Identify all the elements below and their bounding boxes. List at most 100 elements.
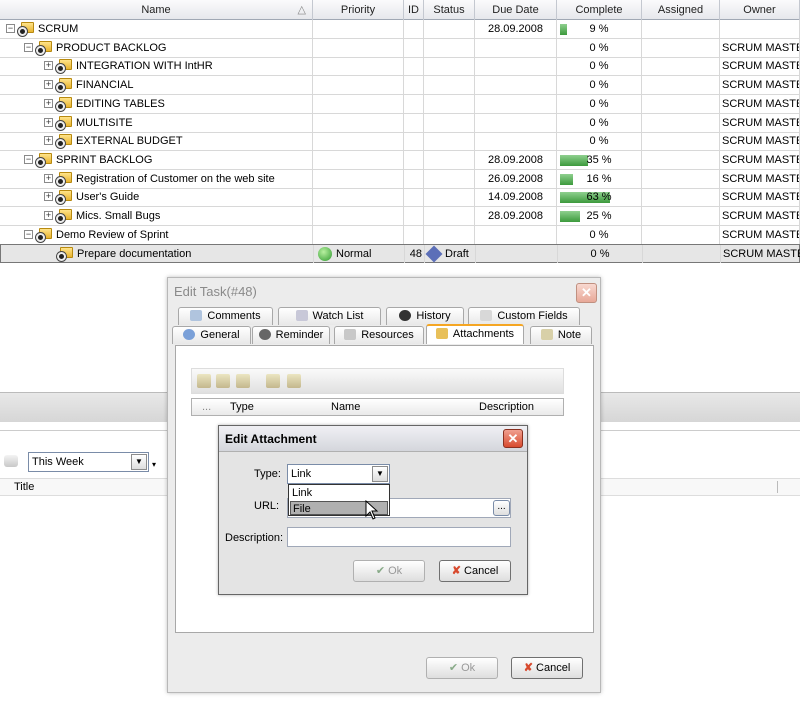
dialog-title: Edit Task(#48)	[174, 284, 257, 299]
owner-cell: SCRUM MASTEF	[721, 245, 800, 263]
name-cell: + FINANCIAL	[0, 76, 313, 95]
close-icon[interactable]: ✕	[576, 283, 597, 303]
name-cell: − SPRINT BACKLOG	[0, 150, 313, 169]
col-header-owner[interactable]: Owner	[720, 0, 800, 20]
task-name: EDITING TABLES	[76, 97, 165, 110]
table-row[interactable]: + EXTERNAL BUDGET 0 % SCRUM MASTEF	[0, 132, 800, 152]
collapse-icon[interactable]: −	[24, 42, 33, 52]
task-folder-icon	[56, 115, 73, 130]
col-header-priority[interactable]: Priority	[313, 0, 404, 20]
name-cell: − PRODUCT BACKLOG	[0, 38, 313, 57]
due-cell: 26.09.2008	[475, 169, 557, 188]
id-cell	[404, 20, 424, 38]
task-ok-button[interactable]: ✔ Ok	[426, 657, 498, 679]
owner-cell: SCRUM MASTEF	[720, 94, 800, 113]
id-cell	[404, 207, 424, 225]
type-option-link[interactable]: Link	[290, 486, 388, 500]
table-row[interactable]: − SCRUM 28.09.2008 9 %	[0, 20, 800, 39]
status-cell	[424, 188, 475, 207]
collapse-icon[interactable]: −	[24, 229, 33, 239]
delete-attachment-icon[interactable]	[236, 374, 250, 388]
col-header-type[interactable]: Type	[230, 399, 254, 415]
mouse-cursor-icon	[365, 500, 379, 520]
expand-icon[interactable]: +	[44, 117, 53, 127]
col-header-id[interactable]: ID	[404, 0, 424, 20]
task-name: MULTISITE	[76, 116, 133, 129]
tab-watch-list[interactable]: Watch List	[278, 307, 381, 325]
tab-note[interactable]: Note	[530, 326, 592, 344]
edit-attachment-icon[interactable]	[216, 374, 230, 388]
table-row[interactable]: − SPRINT BACKLOG 28.09.2008 35 % SCRUM MASTE…	[0, 150, 800, 170]
expand-icon[interactable]: +	[44, 173, 53, 183]
tab-history[interactable]: History	[386, 307, 464, 325]
priority-icon	[318, 247, 332, 262]
complete-text: 25 %	[586, 210, 612, 222]
attachment-ok-button[interactable]: ✔ Ok	[353, 560, 425, 582]
chevron-down-icon[interactable]: ▼	[131, 454, 147, 470]
task-cancel-button[interactable]: ✘ Cancel	[511, 657, 583, 679]
expand-icon[interactable]: +	[44, 211, 53, 220]
complete-cell: 9 %	[557, 20, 642, 38]
table-row[interactable]: + INTEGRATION WITH IntHR 0 % SCRUM MASTEF	[0, 57, 800, 77]
dropdown-arrow-icon[interactable]: ▾	[152, 460, 156, 469]
status-cell	[424, 225, 475, 244]
id-cell	[404, 225, 424, 244]
table-row[interactable]: + Registration of Customer on the web sit…	[0, 169, 800, 189]
tab-resources[interactable]: Resources	[334, 326, 424, 344]
period-select[interactable]: This Week ▼	[28, 452, 149, 472]
table-row[interactable]: + User's Guide 14.09.2008 63 % SCRUM MASTEF	[0, 188, 800, 208]
col-header-name[interactable]: Name △	[0, 0, 313, 20]
col-header-complete[interactable]: Complete	[557, 0, 642, 20]
table-row[interactable]: − Demo Review of Sprint 0 % SCRUM MASTEF	[0, 225, 800, 245]
complete-text: 16 %	[586, 172, 612, 185]
type-select[interactable]: Link ▼	[287, 464, 390, 484]
tab-comments[interactable]: Comments	[178, 307, 273, 325]
expand-icon[interactable]: +	[44, 136, 53, 146]
x-icon: ✘	[451, 565, 465, 577]
expand-icon[interactable]: +	[44, 192, 53, 202]
due-cell	[475, 94, 557, 113]
expand-icon[interactable]: +	[44, 98, 53, 108]
owner-cell: SCRUM MASTEF	[720, 225, 800, 244]
priority-cell	[313, 113, 404, 132]
tab-general[interactable]: General	[172, 326, 251, 344]
table-row[interactable]: Prepare documentation Normal 48 Draft 0 % SCR…	[0, 244, 800, 264]
open-attachment-icon[interactable]	[266, 374, 280, 388]
save-attachment-icon[interactable]	[287, 374, 301, 388]
col-header-title[interactable]: Title	[14, 481, 34, 493]
table-row[interactable]: + MULTISITE 0 % SCRUM MASTEF	[0, 113, 800, 133]
collapse-icon[interactable]: −	[24, 154, 33, 164]
description-input[interactable]	[287, 527, 511, 547]
tab-attachments[interactable]: Attachments	[426, 324, 524, 344]
assigned-cell	[642, 76, 720, 95]
add-attachment-icon[interactable]	[197, 374, 211, 388]
col-header-description[interactable]: Description	[479, 399, 534, 415]
complete-cell: 0 %	[557, 132, 642, 151]
tab-custom-fields[interactable]: Custom Fields	[468, 307, 580, 325]
collapse-icon[interactable]: −	[6, 24, 15, 33]
chevron-down-icon[interactable]: ▼	[372, 466, 388, 482]
owner-cell: SCRUM MASTEF	[720, 113, 800, 132]
expand-icon[interactable]: +	[44, 80, 53, 90]
task-folder-icon	[56, 171, 73, 186]
expand-icon[interactable]: +	[44, 61, 53, 71]
col-header-more[interactable]: ...	[202, 399, 211, 415]
close-icon[interactable]: ✕	[503, 429, 523, 448]
table-row[interactable]: + EDITING TABLES 0 % SCRUM MASTEF	[0, 94, 800, 114]
filter-icon[interactable]	[4, 455, 18, 467]
header-divider	[777, 481, 778, 493]
dialog-titlebar: Edit Attachment ✕	[219, 426, 527, 452]
attachment-cancel-button[interactable]: ✘ Cancel	[439, 560, 511, 582]
col-header-due-date[interactable]: Due Date	[475, 0, 557, 20]
col-header-att-name[interactable]: Name	[331, 399, 360, 415]
table-row[interactable]: + FINANCIAL 0 % SCRUM MASTEF	[0, 76, 800, 96]
assigned-cell	[642, 225, 720, 244]
table-row[interactable]: − PRODUCT BACKLOG 0 % SCRUM MASTEF	[0, 38, 800, 58]
tab-reminder[interactable]: Reminder	[252, 326, 330, 344]
table-row[interactable]: + Mics. Small Bugs 28.09.2008 25 % SCRUM MAS…	[0, 207, 800, 226]
col-header-status[interactable]: Status	[424, 0, 475, 20]
task-folder-icon	[36, 40, 53, 55]
col-header-assigned[interactable]: Assigned	[642, 0, 720, 20]
browse-button[interactable]: ...	[493, 500, 510, 516]
complete-text: 0 %	[589, 60, 609, 73]
